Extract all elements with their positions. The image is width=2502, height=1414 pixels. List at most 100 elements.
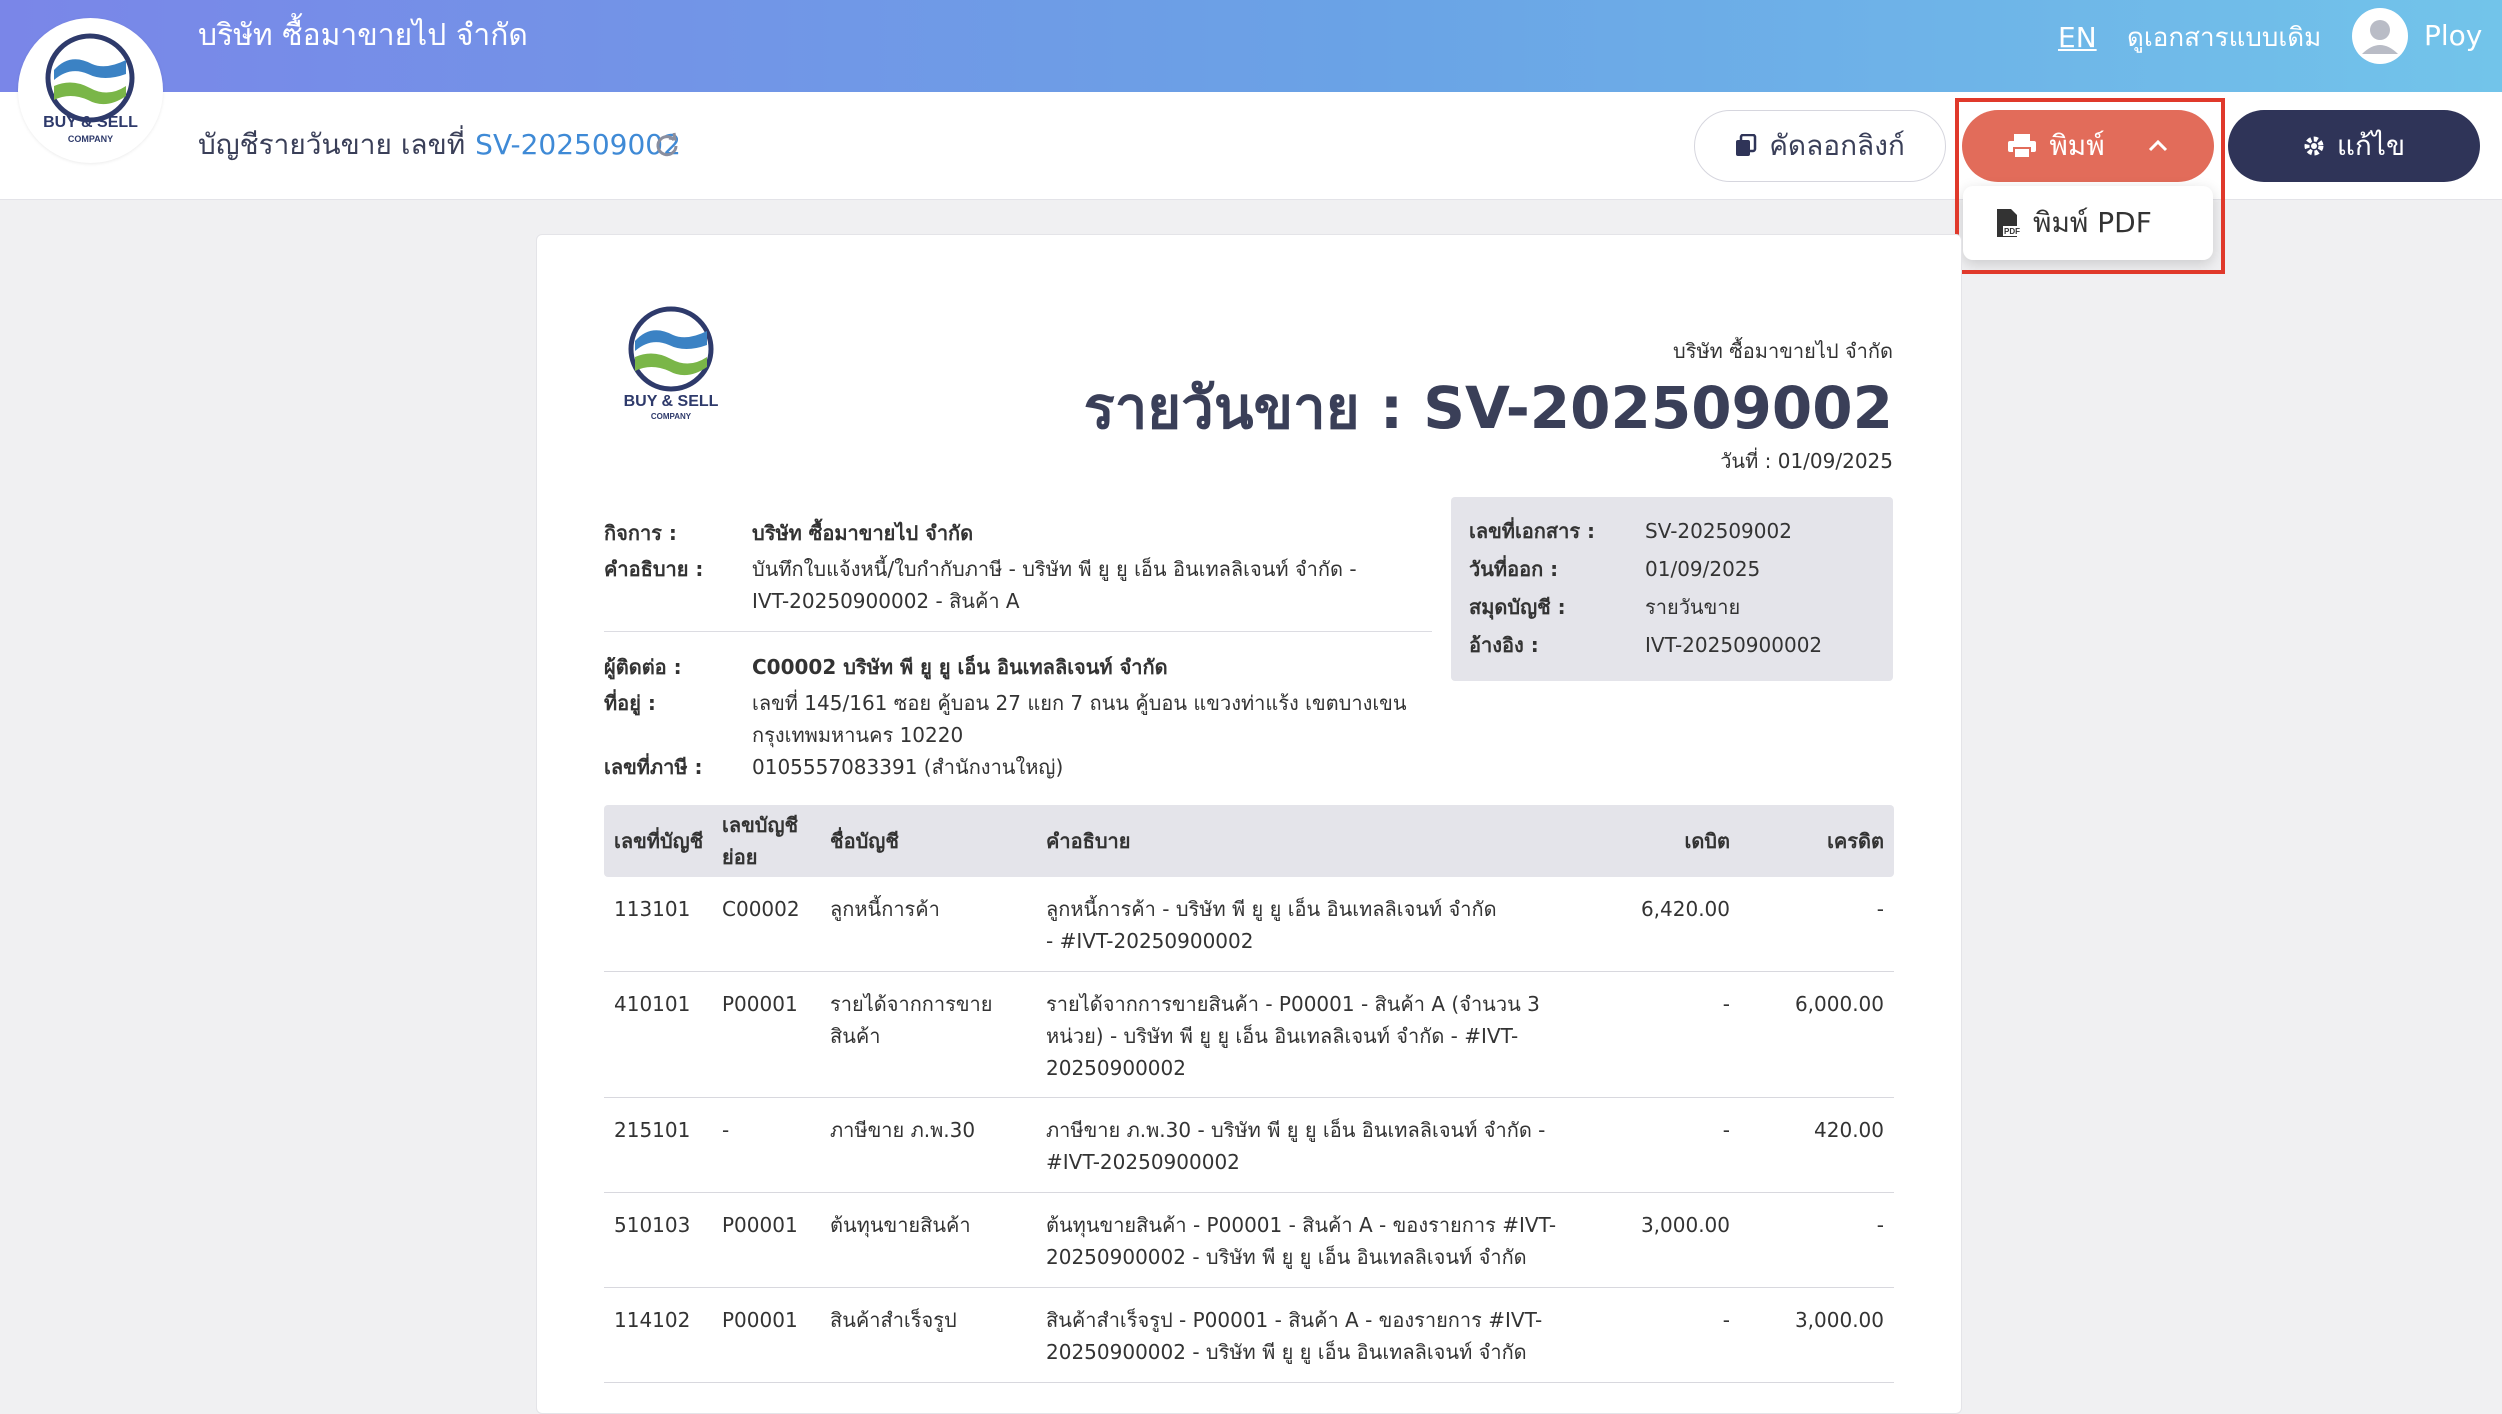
table-row: 113101 C00002 ลูกหนี้การค้า ลูกหนี้การค้า -… bbox=[604, 877, 1894, 972]
cell-description: ภาษีขาย ภ.พ.30 - บริษัท พี ยู ยู เอ็น อิ… bbox=[1046, 1114, 1546, 1178]
header-description: คำอธิบาย bbox=[1046, 829, 1131, 853]
page-title: บัญชีรายวันขาย เลขที่ SV-202509002 bbox=[198, 124, 681, 166]
header-sub-account-line1: เลขบัญชี bbox=[722, 813, 799, 837]
user-name[interactable]: Ploy bbox=[2424, 16, 2482, 56]
company-logo-icon bbox=[628, 306, 714, 392]
printer-icon bbox=[2008, 134, 2037, 159]
info-description: คำอธิบาย : บันทึกใบแจ้งหนี้/ใบกำกับภาษี … bbox=[604, 557, 1357, 613]
cell-description: รายได้จากการขายสินค้า - P00001 - สินค้า … bbox=[1046, 988, 1540, 1084]
cell-account-no: 215101 bbox=[614, 1118, 691, 1142]
journal-table: เลขที่บัญชี เลขบัญชี ย่อย ชื่อบัญชี คำอธ… bbox=[604, 805, 1894, 1383]
cell-description: สินค้าสำเร็จรูป - P00001 - สินค้า A - ขอ… bbox=[1046, 1304, 1543, 1368]
cell-sub-account: - bbox=[722, 1118, 730, 1142]
legacy-view-link[interactable]: ดูเอกสารแบบเดิม bbox=[2127, 18, 2321, 58]
cell-credit: 420.00 bbox=[1814, 1118, 1884, 1142]
copy-link-button[interactable]: คัดลอกลิงก์ bbox=[1694, 110, 1946, 182]
cell-account-name: ลูกหนี้การค้า bbox=[830, 893, 1030, 925]
cell-description-line: หน่วย) - บริษัท พี ยู ยู เอ็น อินเทลลิเจ… bbox=[1046, 1024, 1519, 1048]
cell-credit: 6,000.00 bbox=[1794, 992, 1884, 1016]
cell-description-line: 20250900002 - บริษัท พี ยู ยู เอ็น อินเท… bbox=[1046, 1245, 1527, 1269]
cell-debit: - bbox=[1722, 1308, 1730, 1332]
cell-account-name: รายได้จากการขายสินค้า bbox=[830, 988, 1030, 1052]
table-row: 215101 - ภาษีขาย ภ.พ.30 ภาษีขาย ภ.พ.30 - บร… bbox=[604, 1098, 1894, 1193]
svg-text:PDF: PDF bbox=[2004, 227, 2020, 236]
edit-label: แก้ไข bbox=[2336, 129, 2406, 162]
company-name: บริษัท ซื้อมาขายไป จำกัด bbox=[198, 18, 528, 53]
table-body: 113101 C00002 ลูกหนี้การค้า ลูกหนี้การค้า -… bbox=[604, 877, 1894, 1383]
logo-subtext: COMPANY bbox=[650, 412, 692, 421]
print-pdf-label: พิมพ์ PDF bbox=[2033, 206, 2152, 239]
cell-account-name-line: ลูกหนี้การค้า bbox=[830, 897, 940, 921]
print-label: พิมพ์ bbox=[2049, 129, 2105, 162]
document-paper: BUY & SELL COMPANY บริษัท ซื้อมาขายไป จำ… bbox=[536, 234, 1962, 1414]
cell-description-line: ต้นทุนขายสินค้า - P00001 - สินค้า A - ขอ… bbox=[1046, 1213, 1557, 1237]
table-row: 510103 P00001 ต้นทุนขายสินค้า ต้นทุนขายสินค… bbox=[604, 1193, 1894, 1288]
info-divider bbox=[604, 631, 1432, 632]
print-pdf-menu-item[interactable]: PDF พิมพ์ PDF bbox=[1963, 186, 2213, 260]
cell-description-line: ภาษีขาย ภ.พ.30 - บริษัท พี ยู ยู เอ็น อิ… bbox=[1046, 1118, 1546, 1142]
cell-credit: - bbox=[1876, 1213, 1884, 1237]
chevron-up-icon bbox=[2148, 139, 2167, 152]
cell-description-line: 20250900002 - บริษัท พี ยู ยู เอ็น อินเท… bbox=[1046, 1340, 1527, 1364]
logo-subtext: COMPANY bbox=[67, 134, 114, 144]
cell-debit: 3,000.00 bbox=[1640, 1213, 1730, 1237]
cell-account-no: 510103 bbox=[614, 1213, 691, 1237]
table-row: 114102 P00001 สินค้าสำเร็จรูป สินค้าสำเร็จร… bbox=[604, 1288, 1894, 1383]
document-date: วันที่ : 01/09/2025 bbox=[1720, 449, 1893, 473]
user-icon bbox=[2362, 20, 2398, 54]
copy-icon bbox=[1736, 134, 1757, 156]
document-meta-box: เลขที่เอกสาร : SV-202509002 วันที่ออก : … bbox=[1451, 497, 1893, 681]
cell-account-no: 113101 bbox=[614, 897, 691, 921]
company-logo[interactable]: BUY & SELL COMPANY bbox=[18, 18, 163, 163]
cell-account-name: สินค้าสำเร็จรูป bbox=[830, 1304, 1030, 1336]
cell-account-name-line: สินค้าสำเร็จรูป bbox=[830, 1308, 957, 1332]
language-toggle[interactable]: EN bbox=[2058, 18, 2097, 58]
info-address: ที่อยู่ : เลขที่ 145/161 ซอย คู้บอน 27 แ… bbox=[604, 691, 1407, 747]
cell-sub-account: P00001 bbox=[722, 992, 798, 1016]
header-credit: เครดิต bbox=[1827, 829, 1884, 853]
cell-description-line: รายได้จากการขายสินค้า - P00001 - สินค้า … bbox=[1046, 992, 1540, 1016]
cell-account-name-line: ภาษีขาย ภ.พ.30 bbox=[830, 1118, 976, 1142]
cell-account-name: ภาษีขาย ภ.พ.30 bbox=[830, 1114, 1030, 1146]
cell-account-name: ต้นทุนขายสินค้า bbox=[830, 1209, 1030, 1241]
document-title: รายวันขาย : SV-202509002 bbox=[1083, 374, 1893, 442]
logo-text: BUY & SELL bbox=[623, 393, 719, 410]
doc-number: SV-202509002 bbox=[475, 128, 681, 161]
refresh-icon[interactable] bbox=[654, 132, 680, 158]
header-account-name: ชื่อบัญชี bbox=[830, 829, 899, 853]
cell-debit: - bbox=[1722, 1118, 1730, 1142]
pdf-icon: PDF bbox=[1997, 209, 2021, 237]
cell-credit: 3,000.00 bbox=[1794, 1308, 1884, 1332]
cell-sub-account: P00001 bbox=[722, 1213, 798, 1237]
edit-button[interactable]: แก้ไข bbox=[2228, 110, 2480, 182]
cell-description-line: 20250900002 bbox=[1046, 1056, 1186, 1080]
cell-description: ลูกหนี้การค้า - บริษัท พี ยู ยู เอ็น อิน… bbox=[1046, 893, 1536, 957]
table-row: 410101 P00001 รายได้จากการขาย สินค้า รายได้จ… bbox=[604, 972, 1894, 1098]
cell-debit: - bbox=[1722, 992, 1730, 1016]
header-debit: เดบิต bbox=[1684, 829, 1730, 853]
cell-debit: 6,420.00 bbox=[1640, 897, 1730, 921]
header-sub-account-line2: ย่อย bbox=[722, 845, 758, 869]
cell-account-name-line: ต้นทุนขายสินค้า bbox=[830, 1213, 971, 1237]
cell-account-no: 410101 bbox=[614, 992, 691, 1016]
table-header: เลขที่บัญชี เลขบัญชี ย่อย ชื่อบัญชี คำอธ… bbox=[604, 805, 1894, 877]
document-logo: BUY & SELL COMPANY bbox=[621, 305, 721, 425]
cell-sub-account: P00001 bbox=[722, 1308, 798, 1332]
print-button[interactable]: พิมพ์ bbox=[1962, 110, 2214, 182]
copy-link-label: คัดลอกลิงก์ bbox=[1769, 129, 1905, 162]
cell-description-line: สินค้าสำเร็จรูป - P00001 - สินค้า A - ขอ… bbox=[1046, 1308, 1543, 1332]
cell-description-line: - #IVT-20250900002 bbox=[1046, 929, 1254, 953]
page-title-label: บัญชีรายวันขาย เลขที่ bbox=[198, 128, 466, 161]
user-avatar[interactable] bbox=[2352, 8, 2408, 64]
logo-text: BUY & SELL bbox=[43, 114, 138, 131]
header-account-no: เลขที่บัญชี bbox=[614, 829, 704, 853]
cell-account-no: 114102 bbox=[614, 1308, 691, 1332]
cell-description: ต้นทุนขายสินค้า - P00001 - สินค้า A - ขอ… bbox=[1046, 1209, 1557, 1273]
gear-icon bbox=[2304, 136, 2324, 156]
cell-description-line: ลูกหนี้การค้า - บริษัท พี ยู ยู เอ็น อิน… bbox=[1046, 897, 1497, 921]
cell-account-name-line: รายได้จากการขาย bbox=[830, 992, 993, 1016]
company-logo-icon bbox=[45, 33, 135, 123]
cell-credit: - bbox=[1876, 897, 1884, 921]
cell-account-name-line: สินค้า bbox=[830, 1024, 881, 1048]
cell-description-line: #IVT-20250900002 bbox=[1046, 1150, 1240, 1174]
